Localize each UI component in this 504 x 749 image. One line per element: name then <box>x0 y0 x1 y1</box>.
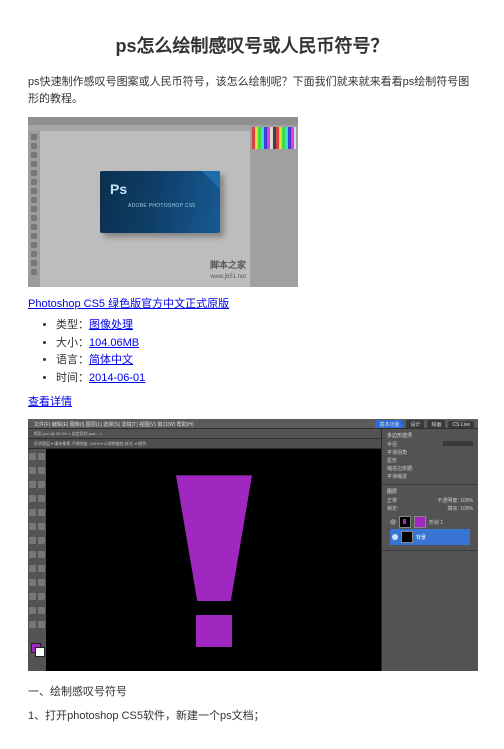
tool-icon <box>38 523 45 530</box>
watermark-sub: www.jb51.net <box>210 274 246 280</box>
info-size-label: 大小： <box>56 337 89 349</box>
tool-icon <box>29 565 36 572</box>
section-heading-1: 一、绘制感叹号符号 <box>28 683 476 699</box>
tool-icon <box>38 481 45 488</box>
splash-product-text: ADOBE PHOTOSHOP CS5 <box>128 203 195 209</box>
layer-mask-thumb <box>414 516 426 528</box>
info-time: 时间：2014-06-01 <box>56 370 476 388</box>
layers-list: 形状 1 背景 <box>387 513 473 547</box>
visibility-icon <box>392 534 398 540</box>
download-link[interactable]: Photoshop CS5 绿色版官方中文正式原版 <box>28 298 229 310</box>
panel-polygon-options: 多边形选项 半径: 平滑拐角 星形 缩进边依据: 平滑缩进 <box>382 429 478 485</box>
lock-label: 锁定: <box>387 505 398 512</box>
tool-icon <box>38 593 45 600</box>
intro-text: ps快速制作感叹号图案或人民币符号，该怎么绘制呢？下面我们就来就来看看ps绘制符… <box>28 74 476 107</box>
tool-icon <box>38 537 45 544</box>
info-time-value[interactable]: 2014-06-01 <box>89 372 145 384</box>
page-title: ps怎么绘制感叹号或人民币符号？ <box>28 32 476 58</box>
info-size: 大小：104.06MB <box>56 335 476 353</box>
chip-design: 设计 <box>406 420 424 429</box>
layer-row-selected: 背景 <box>390 529 470 545</box>
ps2-menubar: 文件(F) 编辑(E) 图像(I) 图层(L) 选择(S) 滤镜(T) 视图(V… <box>28 419 478 429</box>
chip-essentials: 基本功能 <box>375 420 403 429</box>
panel-polygon-title: 多边形选项 <box>387 432 473 439</box>
panel-star: 星形 <box>387 457 397 464</box>
ps-tools-panel <box>28 131 40 287</box>
swatches-panel <box>252 127 296 149</box>
screenshot-ps-splash: Ps ADOBE PHOTOSHOP CS5 脚本之家 www.jb51.net <box>28 117 298 287</box>
step-1: 1、打开photoshop CS5软件，新建一个ps文档； <box>28 707 476 723</box>
tool-icon <box>29 551 36 558</box>
visibility-icon <box>390 519 396 525</box>
tool-icon <box>29 509 36 516</box>
view-detail-link[interactable]: 查看详情 <box>28 393 476 409</box>
info-size-value[interactable]: 104.06MB <box>89 337 139 349</box>
ps-right-panel <box>250 125 298 287</box>
screenshot-exclamation: 文件(F) 编辑(E) 图像(I) 图层(L) 选择(S) 滤镜(T) 视图(V… <box>28 419 478 671</box>
tool-icon <box>38 509 45 516</box>
panel-indent: 缩进边依据: <box>387 465 413 472</box>
ps2-right-panels: 多边形选项 半径: 平滑拐角 星形 缩进边依据: 平滑缩进 图层 正常 不透明度… <box>381 429 478 671</box>
blend-mode: 正常 <box>387 497 397 504</box>
tool-icon <box>29 495 36 502</box>
panel-smooth-indent: 平滑缩进 <box>387 473 407 480</box>
info-time-label: 时间： <box>56 372 89 384</box>
layer-name-bg: 背景 <box>416 534 426 541</box>
ps2-canvas <box>46 449 382 671</box>
info-lang-value[interactable]: 简体中文 <box>89 354 133 366</box>
tool-icon <box>29 453 36 460</box>
ps-menubar <box>28 117 298 125</box>
tool-icon <box>29 621 36 628</box>
fill-label: 填充: 100% <box>447 505 473 512</box>
opacity-label: 不透明度: 100% <box>437 497 473 504</box>
panel-layers-title: 图层 <box>387 488 473 495</box>
tool-icon <box>38 607 45 614</box>
layer-thumb <box>399 516 411 528</box>
panel-smooth-corner: 平滑拐角 <box>387 449 407 456</box>
layer-name: 形状 1 <box>429 519 443 526</box>
ps2-menubar-right: 基本功能 设计 绘画 CS Live <box>375 420 474 429</box>
tool-icon <box>38 621 45 628</box>
info-lang-label: 语言： <box>56 354 89 366</box>
panel-layers: 图层 正常 不透明度: 100% 锁定: 填充: 100% 形状 1 <box>382 485 478 551</box>
panel-radius-field <box>443 441 473 446</box>
info-type: 类型：图像处理 <box>56 317 476 335</box>
watermark-main: 脚本之家 <box>210 260 246 270</box>
info-type-value[interactable]: 图像处理 <box>89 319 133 331</box>
tool-icon <box>38 453 45 460</box>
tool-icon <box>38 565 45 572</box>
exclamation-dot <box>196 615 232 647</box>
chip-cslive: CS Live <box>448 421 474 429</box>
ps2-tools-panel <box>28 449 47 671</box>
tool-icon <box>38 467 45 474</box>
ps-splash-screen: Ps ADOBE PHOTOSHOP CS5 <box>100 171 220 233</box>
info-lang: 语言：简体中文 <box>56 352 476 370</box>
tool-icon <box>29 481 36 488</box>
tool-icon <box>29 537 36 544</box>
info-type-label: 类型： <box>56 319 89 331</box>
ps-logo-text: Ps <box>110 181 127 197</box>
background-color-swatch <box>35 647 45 657</box>
watermark: 脚本之家 www.jb51.net <box>210 261 246 281</box>
chip-paint: 绘画 <box>427 420 445 429</box>
exclamation-shape <box>176 475 252 647</box>
ps2-menu-items: 文件(F) 编辑(E) 图像(I) 图层(L) 选择(S) 滤镜(T) 视图(V… <box>34 422 194 428</box>
tool-icon <box>29 607 36 614</box>
exclamation-body <box>176 475 252 601</box>
layer-thumb <box>401 531 413 543</box>
tool-icon <box>29 523 36 530</box>
splash-fold <box>202 171 220 189</box>
layer-row: 形状 1 <box>390 515 470 529</box>
software-info-list: 类型：图像处理 大小：104.06MB 语言：简体中文 时间：2014-06-0… <box>28 317 476 387</box>
tool-icon <box>29 593 36 600</box>
tool-icon <box>38 579 45 586</box>
panel-radius-label: 半径: <box>387 441 398 448</box>
tool-icon <box>38 495 45 502</box>
tool-icon <box>29 467 36 474</box>
tool-icon <box>29 579 36 586</box>
tool-icon <box>38 551 45 558</box>
